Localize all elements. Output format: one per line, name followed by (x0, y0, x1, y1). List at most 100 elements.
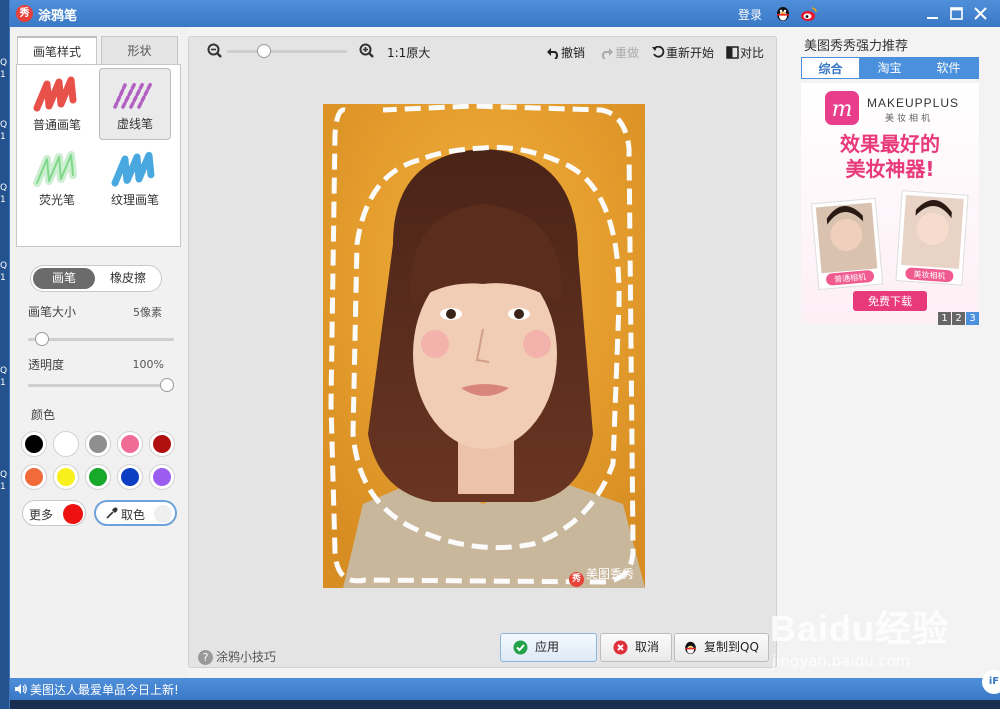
brush-style-grid: 普通画笔 虚线笔 荧光笔 纹理画笔 (16, 64, 181, 247)
doodle-tips-link[interactable]: ? 涂鸦小技巧 (198, 648, 276, 665)
copy-to-qq-button[interactable]: 复制到QQ (674, 633, 769, 662)
brush-label: 虚线笔 (116, 117, 153, 131)
ad-pager: 123 (937, 310, 979, 325)
zoom-slider[interactable] (227, 44, 347, 58)
color-swatch[interactable] (22, 465, 46, 489)
more-colors-button[interactable]: 更多 (22, 500, 86, 526)
ad-brand: MAKEUPPLUS (867, 96, 959, 110)
window-bottom-edge (10, 700, 1000, 709)
ad-page-1[interactable]: 1 (938, 312, 951, 325)
desktop-letter: 1 (0, 70, 6, 80)
cancel-label: 取消 (635, 640, 660, 654)
slider-knob[interactable] (160, 378, 174, 392)
original-size-button[interactable]: 1:1原大 (387, 44, 430, 61)
color-swatch[interactable] (118, 432, 142, 456)
mode-eraser[interactable]: 橡皮擦 (97, 268, 159, 289)
redo-button[interactable]: 重做 (600, 44, 639, 61)
color-swatch[interactable] (22, 432, 46, 456)
desktop-letter: 1 (0, 378, 6, 388)
ad-slogan-1: 效果最好的 (840, 132, 940, 156)
title-bar[interactable]: 秀 涂鸦笔 登录 (10, 0, 1000, 27)
restart-label: 重新开始 (666, 46, 715, 60)
status-text: 美图达人最爱单品今日上新! (30, 683, 179, 697)
app-logo: 秀 (16, 5, 33, 22)
color-swatch[interactable] (54, 432, 78, 456)
minimize-icon[interactable] (924, 5, 941, 22)
opacity-slider[interactable] (28, 378, 174, 392)
brush-eraser-toggle[interactable]: 画笔 橡皮擦 (30, 265, 162, 292)
color-swatch[interactable] (150, 432, 174, 456)
restart-icon (652, 45, 665, 58)
ad-brand-cn: 美妆相机 (885, 112, 933, 124)
brush-dashed[interactable]: 虚线笔 (99, 68, 171, 140)
mode-brush[interactable]: 画笔 (33, 268, 95, 289)
ad-slogan-2: 美妆神器! (845, 157, 934, 181)
makeupplus-ad[interactable]: m MAKEUPPLUS 美妆相机 效果最好的 美妆神器! 普通相机 美妆相机 … (801, 83, 979, 323)
desktop-letter: Q (0, 58, 8, 68)
brush-size-slider[interactable] (28, 332, 174, 346)
slider-knob[interactable] (35, 332, 49, 346)
texture-brush-icon (111, 151, 155, 187)
compare-icon (726, 46, 739, 59)
canvas-area: 1:1原大 撤销 重做 重新开始 对比 秀 美图秀秀 ? 涂鸦小技巧 应用 取消… (188, 36, 777, 668)
apply-button[interactable]: 应用 (500, 633, 597, 662)
speaker-icon (15, 684, 27, 694)
redo-icon (601, 48, 613, 60)
dashed-brush-icon (113, 81, 153, 109)
ad-download-button: 免费下载 (868, 294, 912, 308)
status-bar[interactable]: 美图达人最爱单品今日上新! (10, 678, 1000, 700)
weibo-icon[interactable] (800, 5, 817, 22)
brush-texture[interactable]: 纹理画笔 (99, 145, 171, 217)
qq-penguin-icon[interactable] (775, 5, 791, 22)
restart-button[interactable]: 重新开始 (652, 44, 714, 61)
zoom-out-icon[interactable] (207, 43, 223, 59)
close-icon[interactable] (972, 5, 989, 22)
tab-all[interactable]: 综合 (801, 57, 860, 79)
zoom-in-icon[interactable] (359, 43, 375, 59)
color-swatch[interactable] (54, 465, 78, 489)
recommend-panel: 美图秀秀强力推荐 综合 淘宝 软件 m MAKEUPPLUS 美妆相机 效果最好… (777, 27, 1000, 678)
brush-highlighter[interactable]: 荧光笔 (21, 145, 93, 217)
brush-label: 纹理画笔 (110, 193, 159, 207)
desktop-letter: 1 (0, 482, 6, 492)
desktop-letter: Q (0, 470, 8, 480)
compare-button[interactable]: 对比 (726, 44, 764, 61)
login-link[interactable]: 登录 (738, 6, 762, 23)
desktop-letter: 1 (0, 195, 6, 205)
qq-penguin-icon (685, 641, 696, 655)
ad-banner-image: m MAKEUPPLUS 美妆相机 效果最好的 美妆神器! 普通相机 美妆相机 … (810, 91, 969, 311)
if-badge-icon: iF (982, 670, 1000, 694)
current-color-swatch (63, 504, 83, 524)
portrait-image (323, 104, 645, 588)
desktop-letter: Q (0, 183, 8, 193)
cancel-button[interactable]: 取消 (600, 633, 672, 662)
tips-label: 涂鸦小技巧 (216, 650, 277, 664)
undo-button[interactable]: 撤销 (546, 44, 585, 61)
color-swatch[interactable] (86, 432, 110, 456)
color-swatch[interactable] (86, 465, 110, 489)
edited-photo[interactable]: 秀美图秀秀 (323, 104, 645, 588)
tab-software[interactable]: 软件 (919, 57, 978, 79)
tab-brush-style[interactable]: 画笔样式 (17, 36, 97, 65)
undo-icon (547, 48, 559, 60)
tab-shape[interactable]: 形状 (101, 36, 178, 65)
color-picker-label: 取色 (121, 508, 146, 522)
maximize-icon[interactable] (948, 5, 965, 22)
undo-label: 撤销 (561, 46, 586, 60)
slider-knob[interactable] (257, 44, 271, 58)
more-colors-label: 更多 (29, 508, 54, 522)
meitu-logo-icon: 秀 (569, 572, 584, 587)
cancel-icon (613, 640, 628, 655)
color-picker-button[interactable]: 取色 (94, 500, 177, 526)
color-swatch[interactable] (118, 465, 142, 489)
brush-label: 荧光笔 (38, 193, 75, 207)
photo-watermark: 秀美图秀秀 (569, 565, 634, 587)
color-swatch[interactable] (150, 465, 174, 489)
ad-page-2[interactable]: 2 (952, 312, 965, 325)
ad-page-3[interactable]: 3 (966, 312, 979, 325)
baidu-jingyan-watermark: Baidu经验 jingyan.baidu.com (770, 600, 949, 670)
brush-normal[interactable]: 普通画笔 (21, 70, 93, 142)
desktop-letter: Q (0, 261, 8, 271)
tab-taobao[interactable]: 淘宝 (860, 57, 919, 79)
slider-track (28, 384, 174, 387)
